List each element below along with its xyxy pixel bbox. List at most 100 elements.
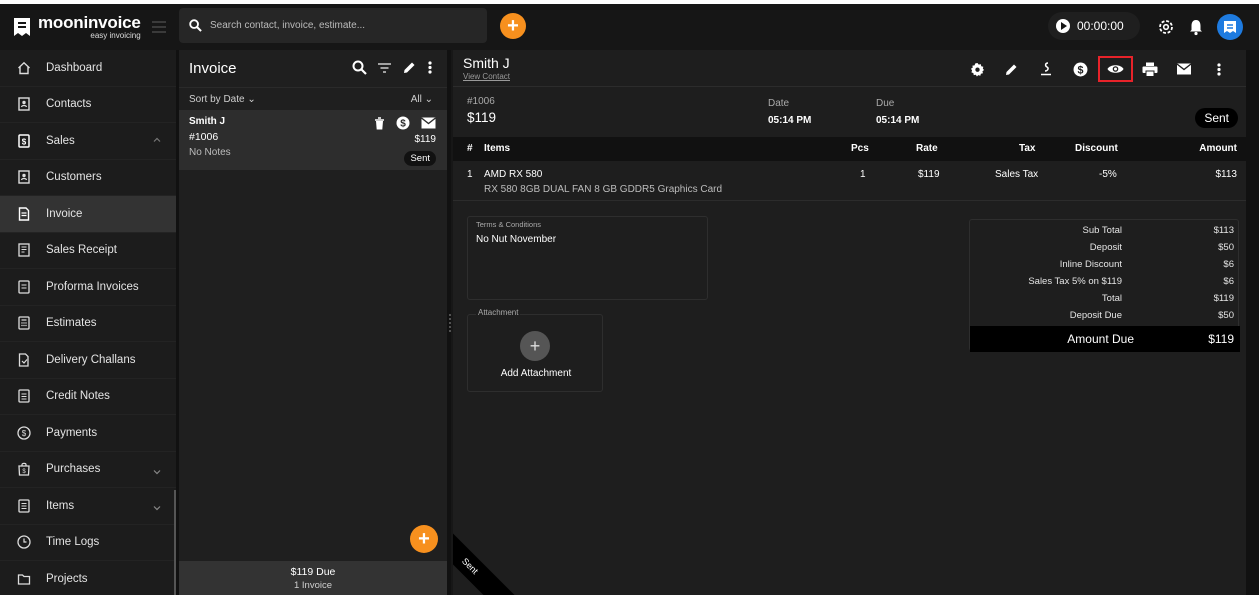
- date-label: Date: [768, 98, 790, 109]
- view-contact-link[interactable]: View Contact: [463, 72, 510, 81]
- sidebar-item-sales-receipt[interactable]: Sales Receipt: [0, 233, 176, 269]
- sidebar-item-time-logs[interactable]: Time Logs: [0, 525, 176, 561]
- totals-row: Sub Total $113: [970, 225, 1240, 242]
- chevron-down-icon[interactable]: [152, 467, 162, 477]
- terms-box[interactable]: Terms & Conditions No Nut November: [467, 216, 708, 300]
- items-table-header: # Items Pcs Rate Tax Discount Amount: [453, 137, 1246, 161]
- totals-value: $6: [1223, 259, 1234, 270]
- payment-icon[interactable]: $: [396, 116, 410, 130]
- totals-label: Sub Total: [1082, 225, 1122, 236]
- sidebar-item-sales[interactable]: $ Sales: [0, 123, 176, 160]
- totals-row: Total $119: [970, 293, 1240, 310]
- sort-dropdown[interactable]: Sort by Date ⌄: [189, 94, 256, 105]
- card-status-badge: Sent: [404, 151, 436, 166]
- folder-icon: [17, 572, 31, 586]
- sidebar-item-contacts[interactable]: Contacts: [0, 87, 176, 123]
- invoice-card[interactable]: Smith J #1006 No Notes $ $119 Sent: [179, 110, 447, 170]
- search-icon[interactable]: [352, 60, 367, 75]
- preview-button[interactable]: [1098, 56, 1133, 82]
- edit-button[interactable]: [995, 56, 1030, 82]
- resize-handle-icon[interactable]: [448, 312, 452, 336]
- sidebar-item-estimates[interactable]: Estimates: [0, 306, 176, 342]
- settings-icon[interactable]: [1157, 18, 1175, 36]
- edit-icon[interactable]: [402, 60, 417, 75]
- sidebar-item-delivery-challans[interactable]: Delivery Challans: [0, 342, 176, 379]
- menu-toggle-icon[interactable]: [152, 21, 166, 33]
- sort-label: Sort by Date: [189, 93, 245, 105]
- clock-icon: [17, 535, 31, 549]
- email-button[interactable]: [1167, 56, 1202, 82]
- gear-icon: [970, 62, 984, 77]
- list-footer: $119 Due 1 Invoice: [179, 561, 447, 595]
- proforma-icon: [17, 280, 31, 294]
- timer-value: 00:00:00: [1077, 19, 1124, 33]
- invoice-number: #1006: [467, 96, 495, 107]
- play-icon[interactable]: [1056, 19, 1070, 33]
- sidebar-item-label: Time Logs: [46, 536, 100, 549]
- col-num: #: [467, 143, 473, 154]
- table-row[interactable]: 1 AMD RX 580 RX 580 8GB DUAL FAN 8 GB GD…: [453, 161, 1246, 201]
- card-amount: $119: [414, 134, 436, 145]
- filter-icon[interactable]: [377, 60, 392, 75]
- amount-due-value: $119: [1208, 332, 1234, 346]
- filter-dropdown[interactable]: All ⌄: [411, 94, 433, 105]
- notification-bell-icon[interactable]: [1187, 18, 1205, 36]
- sidebar-item-customers[interactable]: Customers: [0, 160, 176, 196]
- footer-due: $119 Due: [290, 566, 336, 578]
- search-input[interactable]: [210, 20, 480, 31]
- row-item-name: AMD RX 580: [484, 169, 543, 180]
- sidebar-item-proforma-invoices[interactable]: Proforma Invoices: [0, 269, 176, 306]
- app-logo[interactable]: mooninvoice easy invoicing: [12, 14, 141, 40]
- card-invoice-number: #1006: [189, 131, 219, 143]
- more-vertical-icon[interactable]: [427, 60, 433, 75]
- app-tagline: easy invoicing: [90, 31, 141, 40]
- trash-icon[interactable]: [374, 116, 385, 130]
- email-icon[interactable]: [421, 117, 436, 129]
- print-button[interactable]: [1133, 56, 1168, 82]
- sidebar: Dashboard Contacts $ Sales Customers Invoice S…: [0, 50, 176, 595]
- sidebar-item-purchases[interactable]: $ Purchases: [0, 452, 176, 488]
- due-label: Due: [876, 98, 895, 109]
- printer-icon: [1142, 62, 1158, 77]
- totals-row: Inline Discount $6: [970, 259, 1240, 276]
- settings-button[interactable]: [960, 56, 995, 82]
- email-icon: [1176, 63, 1192, 75]
- sidebar-item-dashboard[interactable]: Dashboard: [0, 50, 176, 87]
- add-attachment-label: Add Attachment: [500, 368, 572, 379]
- add-attachment-icon[interactable]: +: [520, 331, 550, 361]
- col-discount: Discount: [1075, 143, 1118, 154]
- user-avatar[interactable]: [1217, 14, 1243, 40]
- chevron-up-icon[interactable]: [152, 135, 162, 145]
- record-payment-button[interactable]: $: [1064, 56, 1099, 82]
- sidebar-item-label: Sales: [46, 134, 75, 147]
- sidebar-item-label: Invoice: [46, 207, 83, 220]
- list-header: Invoice: [179, 50, 447, 88]
- quick-add-button[interactable]: +: [500, 13, 526, 39]
- window-edge: [1246, 50, 1259, 595]
- search-bar: [179, 8, 487, 43]
- status-badge: Sent: [1195, 108, 1238, 128]
- more-options-button[interactable]: [1202, 56, 1237, 82]
- due-value: 05:14 PM: [876, 115, 920, 126]
- logo-icon: [14, 18, 30, 36]
- time-tracker[interactable]: 00:00:00: [1048, 12, 1140, 40]
- add-invoice-button[interactable]: +: [410, 525, 438, 553]
- chevron-down-icon[interactable]: [152, 503, 162, 513]
- sidebar-item-items[interactable]: Items: [0, 488, 176, 525]
- signature-button[interactable]: [1029, 56, 1064, 82]
- sidebar-scrollbar[interactable]: [174, 490, 176, 595]
- dollar-doc-icon: $: [17, 134, 31, 148]
- detail-header: Smith J View Contact $: [453, 50, 1246, 87]
- sidebar-item-label: Items: [46, 499, 75, 512]
- sidebar-item-projects[interactable]: Projects: [0, 561, 176, 595]
- app-name: mooninvoice: [38, 13, 141, 32]
- svg-text:$: $: [22, 429, 27, 438]
- pencil-icon: [1006, 64, 1017, 75]
- terms-label: Terms & Conditions: [476, 220, 542, 229]
- sidebar-item-payments[interactable]: $ Payments: [0, 415, 176, 452]
- sidebar-item-label: Payments: [46, 426, 98, 439]
- attachment-box[interactable]: + Add Attachment: [467, 314, 603, 392]
- sidebar-item-credit-notes[interactable]: Credit Notes: [0, 379, 176, 415]
- sidebar-item-invoice[interactable]: Invoice: [0, 196, 176, 233]
- totals-box: Amount Due $119 Sub Total $113 Deposit $50 I…: [969, 219, 1240, 352]
